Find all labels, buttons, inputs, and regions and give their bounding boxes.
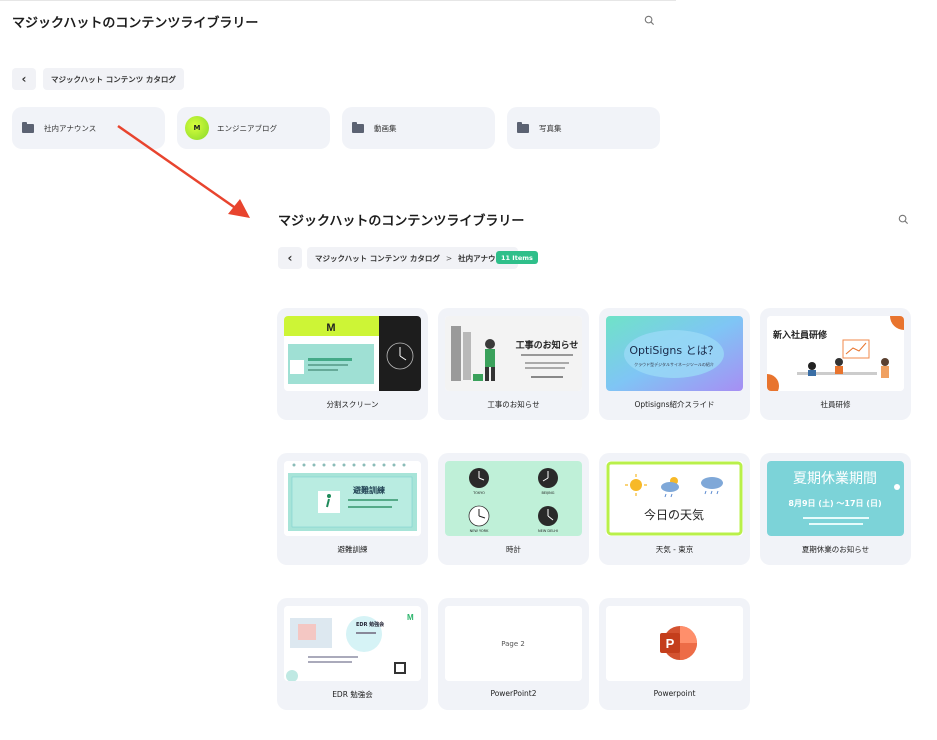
card-label: 避難訓練: [337, 545, 368, 554]
search-icon: [898, 214, 908, 224]
card-thumbnail: OptiSigns とは？ クラウド型デジタルサイネージツールの紹介: [606, 316, 743, 391]
split-screen-thumbnail: M: [284, 316, 421, 391]
svg-text:M: M: [407, 613, 414, 622]
optisigns-thumbnail: OptiSigns とは？ クラウド型デジタルサイネージツールの紹介: [606, 316, 743, 391]
card-label: 天気 - 東京: [655, 545, 694, 554]
card-label: 夏期休業のお知らせ: [801, 545, 870, 554]
card-label: 時計: [506, 545, 521, 554]
app-title-bottom: マジックハットのコンテンツライブラリー: [278, 214, 525, 229]
edr-study-thumbnail: EDR 勉強会 M: [284, 606, 421, 681]
card-label: Optisigns紹介スライド: [634, 400, 715, 409]
breadcrumb-root-link[interactable]: マジックハット コンテンツ カタログ: [315, 253, 440, 264]
svg-text:EDR 勉強会: EDR 勉強会: [356, 621, 384, 628]
card-thumbnail: Page 2: [445, 606, 582, 681]
back-button-bottom[interactable]: ‹: [278, 247, 302, 269]
svg-text:OptiSigns とは？: OptiSigns とは？: [629, 344, 718, 357]
powerpoint2-thumbnail: Page 2: [445, 606, 582, 681]
svg-text:夏期休業期間: 夏期休業期間: [793, 471, 877, 487]
weather-thumbnail: 今日の天気: [606, 461, 743, 536]
svg-text:NEW YORK: NEW YORK: [470, 529, 490, 533]
svg-text:BEIJING: BEIJING: [541, 491, 554, 495]
card-label: 社員研修: [820, 400, 851, 409]
item-count-badge: 11 Items: [496, 251, 538, 264]
content-card-powerpoint2[interactable]: Page 2 PowerPoint2: [438, 598, 589, 710]
card-label: PowerPoint2: [490, 689, 537, 698]
content-card-weather[interactable]: 今日の天気 天気 - 東京: [599, 453, 750, 565]
content-card-training[interactable]: 新入社員研修 社員研修: [760, 308, 911, 420]
card-thumbnail: 新入社員研修: [767, 316, 904, 391]
content-card-evacuation-drill[interactable]: 避難訓練 避難訓練: [277, 453, 428, 565]
svg-text:工事のお知らせ: 工事のお知らせ: [516, 339, 579, 351]
card-thumbnail: 今日の天気: [606, 461, 743, 536]
world-clock-thumbnail: TOKYO BEIJING NEW YORK NEW DELHI: [445, 461, 582, 536]
powerpoint-icon: P: [606, 606, 743, 681]
card-thumbnail: EDR 勉強会 M: [284, 606, 421, 681]
card-label: 分割スクリーン: [326, 400, 379, 409]
svg-text:M: M: [326, 322, 335, 334]
content-card-clock[interactable]: TOKYO BEIJING NEW YORK NEW DELHI 時計: [438, 453, 589, 565]
card-thumbnail: 避難訓練: [284, 461, 421, 536]
svg-text:TOKYO: TOKYO: [472, 491, 485, 495]
content-card-optisigns[interactable]: OptiSigns とは？ クラウド型デジタルサイネージツールの紹介 Optis…: [599, 308, 750, 420]
summer-holiday-thumbnail: 夏期休業期間 8月9日 (土) ～17日 (日): [767, 461, 904, 536]
content-card-summer-holiday[interactable]: 夏期休業期間 8月9日 (土) ～17日 (日) 夏期休業のお知らせ: [760, 453, 911, 565]
construction-thumbnail: 工事のお知らせ: [445, 316, 582, 391]
card-thumbnail: P: [606, 606, 743, 681]
svg-text:NEW DELHI: NEW DELHI: [538, 529, 558, 533]
svg-text:クラウド型デジタルサイネージツールの紹介: クラウド型デジタルサイネージツールの紹介: [634, 361, 714, 367]
card-label: 工事のお知らせ: [487, 400, 540, 409]
training-thumbnail: 新入社員研修: [767, 316, 904, 391]
chevron-left-icon: ‹: [287, 251, 293, 265]
svg-text:P: P: [666, 636, 675, 651]
svg-text:8月9日 (土) ～17日 (日): 8月9日 (土) ～17日 (日): [788, 498, 881, 508]
card-label: EDR 勉強会: [332, 690, 373, 699]
content-card-edr-study[interactable]: EDR 勉強会 M EDR 勉強会: [277, 598, 428, 710]
card-thumbnail: TOKYO BEIJING NEW YORK NEW DELHI: [445, 461, 582, 536]
card-thumbnail: M: [284, 316, 421, 391]
card-thumbnail: 工事のお知らせ: [445, 316, 582, 391]
breadcrumb-separator: >: [445, 253, 453, 263]
breadcrumb-bottom[interactable]: マジックハット コンテンツ カタログ > 社内アナウンス: [307, 247, 519, 269]
card-label: Powerpoint: [653, 689, 696, 698]
svg-text:避難訓練: 避難訓練: [353, 485, 385, 495]
content-card-construction[interactable]: 工事のお知らせ 工事のお知らせ: [438, 308, 589, 420]
search-button-bottom[interactable]: [896, 212, 910, 226]
content-card-split-screen[interactable]: M 分割スクリーン: [277, 308, 428, 420]
svg-text:Page 2: Page 2: [501, 640, 525, 648]
svg-text:新入社員研修: 新入社員研修: [773, 329, 828, 341]
content-card-powerpoint[interactable]: P Powerpoint: [599, 598, 750, 710]
svg-text:今日の天気: 今日の天気: [644, 507, 704, 522]
card-thumbnail: 夏期休業期間 8月9日 (土) ～17日 (日): [767, 461, 904, 536]
evacuation-drill-thumbnail: 避難訓練: [284, 461, 421, 536]
